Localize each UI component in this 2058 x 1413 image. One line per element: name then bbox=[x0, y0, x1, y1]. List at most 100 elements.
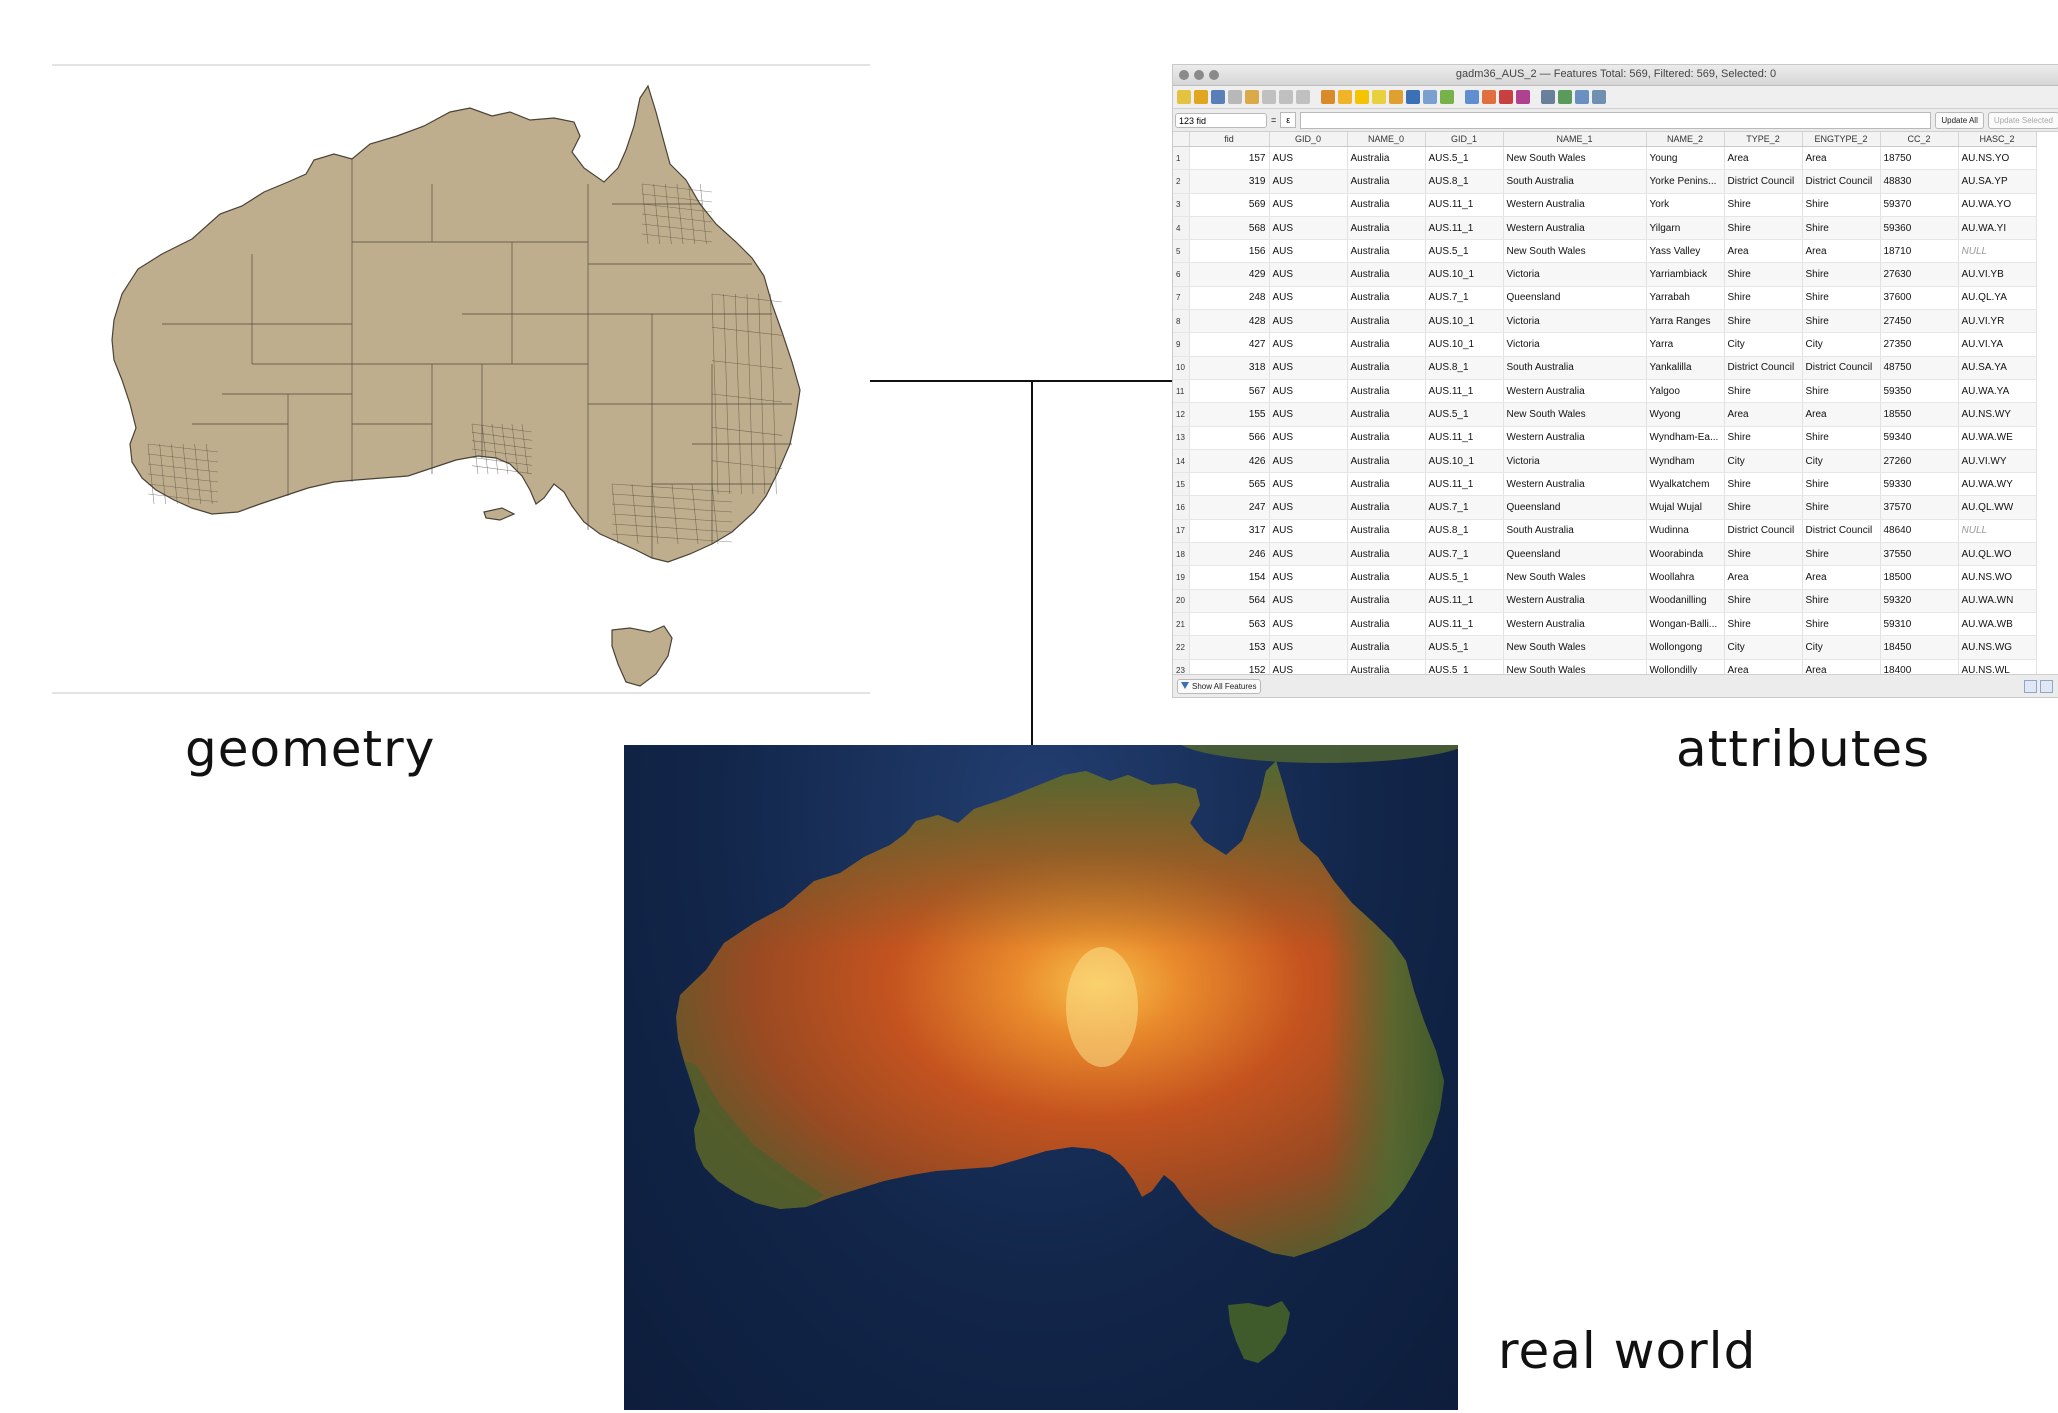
table-cell-fid[interactable]: 247 bbox=[1189, 495, 1270, 520]
toolbar-button[interactable] bbox=[1423, 90, 1437, 104]
table-cell-engtype-2[interactable]: Shire bbox=[1802, 193, 1881, 217]
table-cell-gid-1[interactable]: AUS.11_1 bbox=[1425, 216, 1504, 241]
table-cell-gid-0[interactable]: AUS bbox=[1269, 356, 1348, 380]
table-cell-name-1[interactable]: South Australia bbox=[1503, 519, 1647, 544]
table-cell-type-2[interactable]: District Council bbox=[1724, 519, 1803, 544]
table-cell-type-2[interactable]: Shire bbox=[1724, 216, 1803, 241]
table-cell-name-2[interactable]: Wyndham bbox=[1646, 449, 1725, 474]
table-cell-name-0[interactable]: Australia bbox=[1347, 635, 1426, 660]
expression-input[interactable] bbox=[1300, 111, 1932, 129]
table-cell-gid-1[interactable]: AUS.5_1 bbox=[1425, 402, 1504, 427]
table-cell-type-2[interactable]: Shire bbox=[1724, 379, 1803, 404]
table-cell-fid[interactable]: 564 bbox=[1189, 589, 1270, 613]
toolbar-button[interactable] bbox=[1262, 90, 1276, 104]
table-cell-cc-2[interactable]: 27350 bbox=[1880, 332, 1959, 357]
table-row[interactable]: 12 155 AUS Australia AUS.5_1 New South Wales W… bbox=[1173, 402, 2037, 427]
table-row[interactable]: 5 156 AUS Australia AUS.5_1 New South Wales Ya… bbox=[1173, 239, 2037, 264]
table-cell-gid-1[interactable]: AUS.11_1 bbox=[1425, 472, 1504, 497]
table-cell-cc-2[interactable]: 59340 bbox=[1880, 426, 1959, 450]
table-cell-gid-0[interactable]: AUS bbox=[1269, 495, 1348, 520]
table-cell-cc-2[interactable]: 59360 bbox=[1880, 216, 1959, 241]
table-cell-type-2[interactable]: Area bbox=[1724, 402, 1803, 427]
table-cell-cc-2[interactable]: 37570 bbox=[1880, 495, 1959, 520]
table-cell-type-2[interactable]: Shire bbox=[1724, 612, 1803, 637]
table-cell-gid-1[interactable]: AUS.5_1 bbox=[1425, 146, 1504, 171]
table-row[interactable]: 13 566 AUS Australia AUS.11_1 Western Austral… bbox=[1173, 426, 2037, 450]
table-cell-cc-2[interactable]: 18710 bbox=[1880, 239, 1959, 264]
table-cell-type-2[interactable]: Shire bbox=[1724, 262, 1803, 287]
table-cell-gid-0[interactable]: AUS bbox=[1269, 612, 1348, 637]
table-cell-type-2[interactable]: District Council bbox=[1724, 356, 1803, 380]
table-cell-name-2[interactable]: York bbox=[1646, 193, 1725, 217]
table-cell-gid-0[interactable]: AUS bbox=[1269, 402, 1348, 427]
table-row[interactable]: 20 564 AUS Australia AUS.11_1 Western Austral… bbox=[1173, 589, 2037, 613]
table-cell-hasc-2[interactable]: AU.VI.YB bbox=[1958, 262, 2037, 287]
row-number[interactable]: 1 bbox=[1173, 146, 1190, 171]
table-cell-fid[interactable]: 246 bbox=[1189, 542, 1270, 567]
row-number[interactable]: 12 bbox=[1173, 402, 1190, 427]
table-cell-engtype-2[interactable]: District Council bbox=[1802, 169, 1881, 194]
row-number[interactable]: 20 bbox=[1173, 589, 1190, 613]
table-row[interactable]: 8 428 AUS Australia AUS.10_1 Victoria Yarra Ra… bbox=[1173, 309, 2037, 334]
row-number[interactable]: 4 bbox=[1173, 216, 1190, 241]
toolbar-button[interactable] bbox=[1499, 90, 1513, 104]
table-cell-fid[interactable]: 428 bbox=[1189, 309, 1270, 334]
table-cell-type-2[interactable]: City bbox=[1724, 332, 1803, 357]
table-cell-name-0[interactable]: Australia bbox=[1347, 332, 1426, 357]
toolbar-button[interactable] bbox=[1177, 90, 1191, 104]
table-cell-name-2[interactable]: Wujal Wujal bbox=[1646, 495, 1725, 520]
table-cell-gid-0[interactable]: AUS bbox=[1269, 426, 1348, 450]
table-cell-type-2[interactable]: Area bbox=[1724, 146, 1803, 171]
update-all-button[interactable]: Update All bbox=[1935, 111, 1984, 129]
table-cell-name-2[interactable]: Yilgarn bbox=[1646, 216, 1725, 241]
table-cell-cc-2[interactable]: 59320 bbox=[1880, 589, 1959, 613]
toolbar-button[interactable] bbox=[1482, 90, 1496, 104]
table-cell-name-1[interactable]: Western Australia bbox=[1503, 426, 1647, 450]
table-cell-gid-0[interactable]: AUS bbox=[1269, 332, 1348, 357]
table-cell-name-2[interactable]: Woodanilling bbox=[1646, 589, 1725, 613]
table-cell-engtype-2[interactable]: City bbox=[1802, 332, 1881, 357]
toolbar-button[interactable] bbox=[1355, 90, 1369, 104]
row-number[interactable]: 11 bbox=[1173, 379, 1190, 404]
table-cell-gid-1[interactable]: AUS.5_1 bbox=[1425, 565, 1504, 590]
table-cell-name-1[interactable]: Western Australia bbox=[1503, 589, 1647, 613]
toolbar-button[interactable] bbox=[1516, 90, 1530, 104]
table-cell-fid[interactable]: 563 bbox=[1189, 612, 1270, 637]
table-cell-engtype-2[interactable]: Shire bbox=[1802, 472, 1881, 497]
table-cell-fid[interactable]: 567 bbox=[1189, 379, 1270, 404]
table-cell-name-2[interactable]: Woorabinda bbox=[1646, 542, 1725, 567]
table-cell-name-1[interactable]: Queensland bbox=[1503, 286, 1647, 311]
toolbar-button[interactable] bbox=[1465, 90, 1479, 104]
table-cell-engtype-2[interactable]: Shire bbox=[1802, 262, 1881, 287]
table-cell-gid-1[interactable]: AUS.10_1 bbox=[1425, 262, 1504, 287]
table-cell-cc-2[interactable]: 18750 bbox=[1880, 146, 1959, 171]
toolbar-button[interactable] bbox=[1211, 90, 1225, 104]
row-number[interactable]: 22 bbox=[1173, 635, 1190, 660]
table-cell-gid-1[interactable]: AUS.10_1 bbox=[1425, 309, 1504, 334]
table-cell-gid-0[interactable]: AUS bbox=[1269, 309, 1348, 334]
table-cell-fid[interactable]: 319 bbox=[1189, 169, 1270, 194]
row-number[interactable]: 21 bbox=[1173, 612, 1190, 637]
table-cell-hasc-2[interactable]: AU.NS.WG bbox=[1958, 635, 2037, 660]
table-cell-name-2[interactable]: Yorke Penins... bbox=[1646, 169, 1725, 194]
table-row[interactable]: 9 427 AUS Australia AUS.10_1 Victoria Yarra Cit… bbox=[1173, 332, 2037, 357]
table-cell-name-1[interactable]: Western Australia bbox=[1503, 193, 1647, 217]
table-cell-name-0[interactable]: Australia bbox=[1347, 379, 1426, 404]
table-cell-gid-1[interactable]: AUS.8_1 bbox=[1425, 356, 1504, 380]
table-cell-name-2[interactable]: Yass Valley bbox=[1646, 239, 1725, 264]
table-cell-type-2[interactable]: Shire bbox=[1724, 542, 1803, 567]
table-cell-gid-0[interactable]: AUS bbox=[1269, 262, 1348, 287]
table-cell-type-2[interactable]: Shire bbox=[1724, 472, 1803, 497]
table-cell-name-1[interactable]: Victoria bbox=[1503, 262, 1647, 287]
table-cell-cc-2[interactable]: 59310 bbox=[1880, 612, 1959, 637]
table-cell-hasc-2[interactable]: AU.WA.YI bbox=[1958, 216, 2037, 241]
table-cell-engtype-2[interactable]: Shire bbox=[1802, 612, 1881, 637]
table-cell-type-2[interactable]: Shire bbox=[1724, 193, 1803, 217]
table-cell-name-2[interactable]: Wyalkatchem bbox=[1646, 472, 1725, 497]
table-cell-hasc-2[interactable]: AU.SA.YA bbox=[1958, 356, 2037, 380]
row-number[interactable]: 2 bbox=[1173, 169, 1190, 194]
table-row[interactable]: 1 157 AUS Australia AUS.5_1 New South Wales Yo… bbox=[1173, 146, 2037, 171]
table-row[interactable]: 2 319 AUS Australia AUS.8_1 South Australia Yo… bbox=[1173, 169, 2037, 194]
table-cell-fid[interactable]: 157 bbox=[1189, 146, 1270, 171]
table-cell-engtype-2[interactable]: Area bbox=[1802, 565, 1881, 590]
